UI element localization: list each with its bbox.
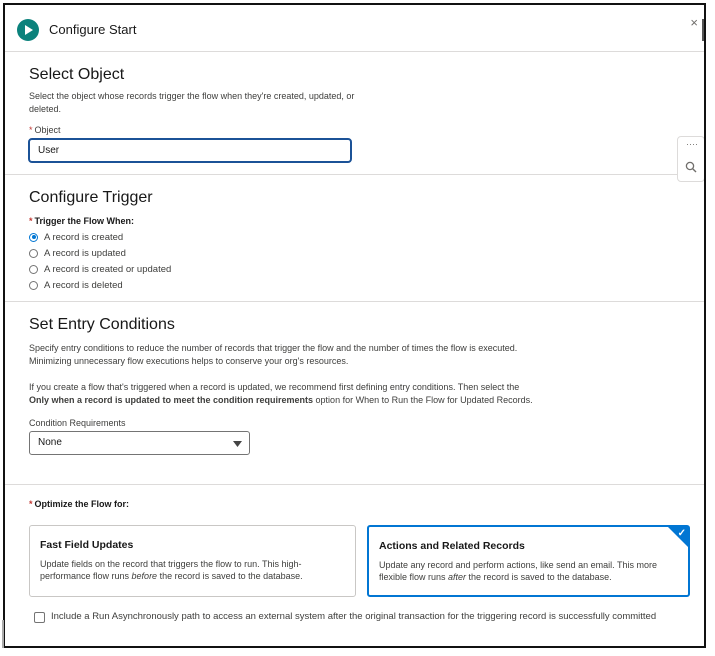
trigger-option-deleted[interactable]: A record is deleted [29, 278, 123, 292]
condition-requirements-label: Condition Requirements [29, 418, 126, 428]
configure-trigger-section: Configure Trigger * Trigger the Flow When… [5, 175, 704, 302]
checkmark-icon: ✓ [677, 528, 686, 539]
condition-requirements-select[interactable]: None [29, 431, 250, 455]
radio-label: A record is created [44, 231, 124, 243]
select-object-section: Select Object Select the object whose re… [5, 52, 704, 175]
object-field-label: * Object [29, 125, 61, 135]
desc-text: the record is saved to the database. [157, 571, 303, 581]
modal-title: Configure Start [49, 22, 137, 37]
run-async-checkbox[interactable] [34, 612, 45, 623]
select-object-description-line1: Select the object whose records trigger … [29, 91, 355, 101]
required-mark: * [29, 125, 33, 135]
entry-conditions-paragraph-2: If you create a flow that's triggered wh… [29, 381, 689, 407]
paragraph-line: Specify entry conditions to reduce the n… [29, 343, 518, 353]
trigger-label: * Trigger the Flow When: [29, 216, 134, 226]
close-icon[interactable]: × [690, 15, 698, 30]
radio-label: A record is updated [44, 247, 126, 259]
entry-conditions-title: Set Entry Conditions [29, 316, 175, 333]
edge-divider [2, 620, 4, 648]
card-description: Update fields on the record that trigger… [40, 558, 340, 582]
object-input[interactable]: User [28, 138, 352, 163]
flow-start-icon [17, 19, 39, 41]
optimize-label: * Optimize the Flow for: [29, 499, 129, 509]
radio-label: A record is created or updated [44, 263, 172, 275]
option-card-fast-field-updates[interactable]: Fast Field Updates Update fields on the … [29, 525, 356, 597]
configure-start-modal: Configure Start × Select Object Select t… [3, 3, 706, 648]
entry-conditions-section: Set Entry Conditions Specify entry condi… [5, 302, 704, 485]
run-async-label: Include a Run Asynchronously path to acc… [51, 611, 657, 622]
edge-divider [702, 19, 704, 41]
radio-label: A record is deleted [44, 279, 123, 291]
paragraph-line: If you create a flow that's triggered wh… [29, 382, 520, 392]
card-title: Fast Field Updates [40, 539, 134, 551]
optimize-section: * Optimize the Flow for: Fast Field Updat… [5, 485, 704, 646]
card-description: Update any record and perform actions, l… [379, 559, 679, 583]
paragraph-line: Only when a record is updated to meet th… [29, 394, 689, 407]
select-object-description-line2: deleted. [29, 104, 62, 114]
select-object-title: Select Object [29, 66, 125, 83]
card-title: Actions and Related Records [379, 540, 525, 552]
radio[interactable] [29, 280, 38, 290]
radio[interactable] [29, 248, 38, 258]
required-mark: * [29, 216, 33, 226]
more-options-icon[interactable]: ···· [686, 139, 698, 149]
required-mark: * [29, 499, 33, 509]
trigger-option-created-or-updated[interactable]: A record is created or updated [29, 262, 171, 276]
radio-selected[interactable] [29, 232, 38, 242]
chevron-down-icon [233, 441, 242, 447]
trigger-label-text: Trigger the Flow When: [34, 216, 135, 226]
trigger-option-created[interactable]: A record is created [29, 230, 123, 244]
select-value: None [38, 437, 62, 448]
entry-conditions-paragraph-1: Specify entry conditions to reduce the n… [29, 342, 689, 368]
optimize-label-text: Optimize the Flow for: [34, 499, 130, 509]
paragraph-rest: option for When to Run the Flow for Upda… [313, 395, 533, 405]
object-label-text: Object [34, 125, 61, 135]
radio[interactable] [29, 264, 38, 274]
select-object-description: Select the object whose records trigger … [29, 90, 354, 116]
option-card-actions-related-records[interactable]: ✓ Actions and Related Records Update any… [367, 525, 690, 597]
paragraph-line: Minimizing unnecessary flow executions h… [29, 356, 349, 366]
configure-trigger-title: Configure Trigger [29, 189, 153, 206]
trigger-option-updated[interactable]: A record is updated [29, 246, 126, 260]
desc-text: the record is saved to the database. [466, 572, 612, 582]
desc-emphasis: after [448, 572, 467, 582]
modal-header: Configure Start × [5, 5, 704, 52]
bold-option-name: Only when a record is updated to meet th… [29, 395, 314, 405]
desc-emphasis: before [131, 571, 158, 581]
